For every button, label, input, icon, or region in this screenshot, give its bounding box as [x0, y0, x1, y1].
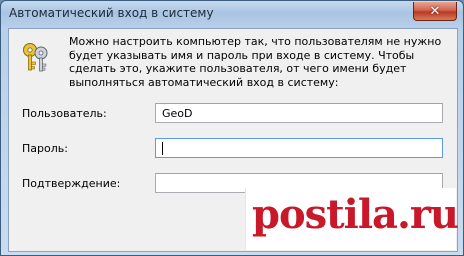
- title-bar: Автоматический вход в систему ✕: [1, 1, 463, 27]
- user-label: Пользователь:: [22, 107, 107, 120]
- text-caret: [162, 142, 163, 155]
- close-icon: ✕: [429, 3, 441, 19]
- window-title: Автоматический вход в систему: [9, 6, 214, 20]
- dialog-window: Автоматический вход в систему ✕ Можно на…: [0, 0, 464, 256]
- description-text: Можно настроить компьютер так, что польз…: [69, 35, 442, 90]
- dialog-content: Можно настроить компьютер так, что польз…: [8, 28, 459, 252]
- keys-icon: [23, 43, 48, 72]
- password-label: Пароль:: [22, 142, 68, 155]
- confirm-label: Подтверждение:: [22, 177, 121, 190]
- user-input[interactable]: GeoD: [155, 103, 443, 123]
- close-button[interactable]: ✕: [413, 2, 457, 21]
- watermark-text: postila.ru: [252, 191, 459, 238]
- user-value: GeoD: [162, 107, 193, 120]
- watermark: postila.ru: [245, 188, 459, 250]
- password-input[interactable]: [155, 138, 443, 158]
